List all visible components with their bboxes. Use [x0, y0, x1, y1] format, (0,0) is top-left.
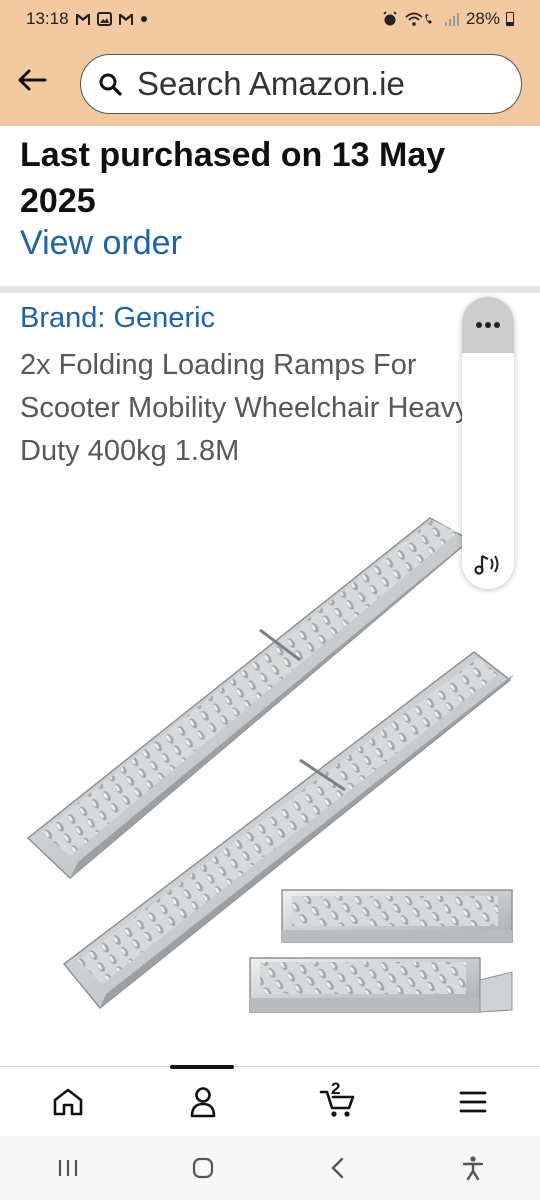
search-input[interactable]: Search Amazon.ie: [80, 54, 522, 114]
recent-apps-button[interactable]: [38, 1148, 98, 1188]
purchase-info: Last purchased on 13 May 2025 View order: [0, 126, 540, 286]
signal-icon: [444, 13, 459, 26]
section-divider: [0, 286, 540, 293]
last-purchased-text: Last purchased on 13 May 2025: [20, 136, 446, 220]
folded-ramp-top: [281, 889, 513, 943]
search-placeholder: Search Amazon.ie: [137, 65, 405, 102]
status-left: 13:18: [26, 9, 148, 29]
arrow-left-icon: [18, 69, 47, 91]
product-image[interactable]: [0, 490, 540, 1050]
menu-icon: [459, 1091, 486, 1113]
back-button[interactable]: [14, 62, 50, 98]
more-dots-icon: [476, 322, 500, 328]
bottom-navigation: [0, 1065, 540, 1137]
product-title: 2x Folding Loading Ramps For Scooter Mob…: [20, 344, 462, 473]
nav-account[interactable]: [135, 1067, 270, 1137]
home-icon: [53, 1088, 82, 1116]
gallery-icon: [96, 12, 112, 26]
account-icon: [190, 1087, 215, 1118]
back-icon: [330, 1157, 343, 1179]
more-options-button[interactable]: [462, 297, 514, 353]
ramp-two: [62, 651, 514, 1010]
nav-cart[interactable]: [270, 1067, 405, 1137]
folded-ramp-bottom: [249, 957, 513, 1013]
status-time: 13:18: [26, 9, 69, 28]
wifi-call-icon: [405, 12, 432, 26]
accessibility-icon: [462, 1156, 483, 1181]
battery-percent: 28%: [465, 9, 500, 28]
battery-icon: [506, 12, 514, 26]
home-button[interactable]: [173, 1148, 233, 1188]
accessibility-button[interactable]: [443, 1148, 503, 1188]
nav-menu[interactable]: [405, 1067, 540, 1137]
system-navigation: [0, 1136, 540, 1200]
floating-side-panel: [462, 297, 514, 589]
cart-count-badge: 2: [331, 1079, 341, 1098]
status-right: 28%: [382, 9, 514, 29]
recent-apps-icon: [58, 1160, 77, 1176]
nav-home[interactable]: [0, 1067, 135, 1137]
audio-read-icon: [474, 555, 499, 575]
gmail-icon: [118, 13, 133, 25]
brand-link[interactable]: Brand: Generic: [20, 302, 215, 335]
status-bar: 13:18 28%: [0, 0, 540, 38]
dot-icon: [140, 16, 147, 22]
view-order-link[interactable]: View order: [20, 224, 182, 263]
system-back-button[interactable]: [308, 1148, 368, 1188]
alarm-icon: [383, 11, 397, 26]
product-title-text: 2x Folding Loading Ramps For Scooter Mob…: [20, 349, 462, 467]
app-header: Search Amazon.ie: [0, 38, 540, 126]
read-aloud-button[interactable]: [468, 547, 508, 581]
gmail-icon: [75, 13, 90, 25]
search-icon: [99, 73, 122, 96]
home-button-icon: [192, 1157, 213, 1179]
